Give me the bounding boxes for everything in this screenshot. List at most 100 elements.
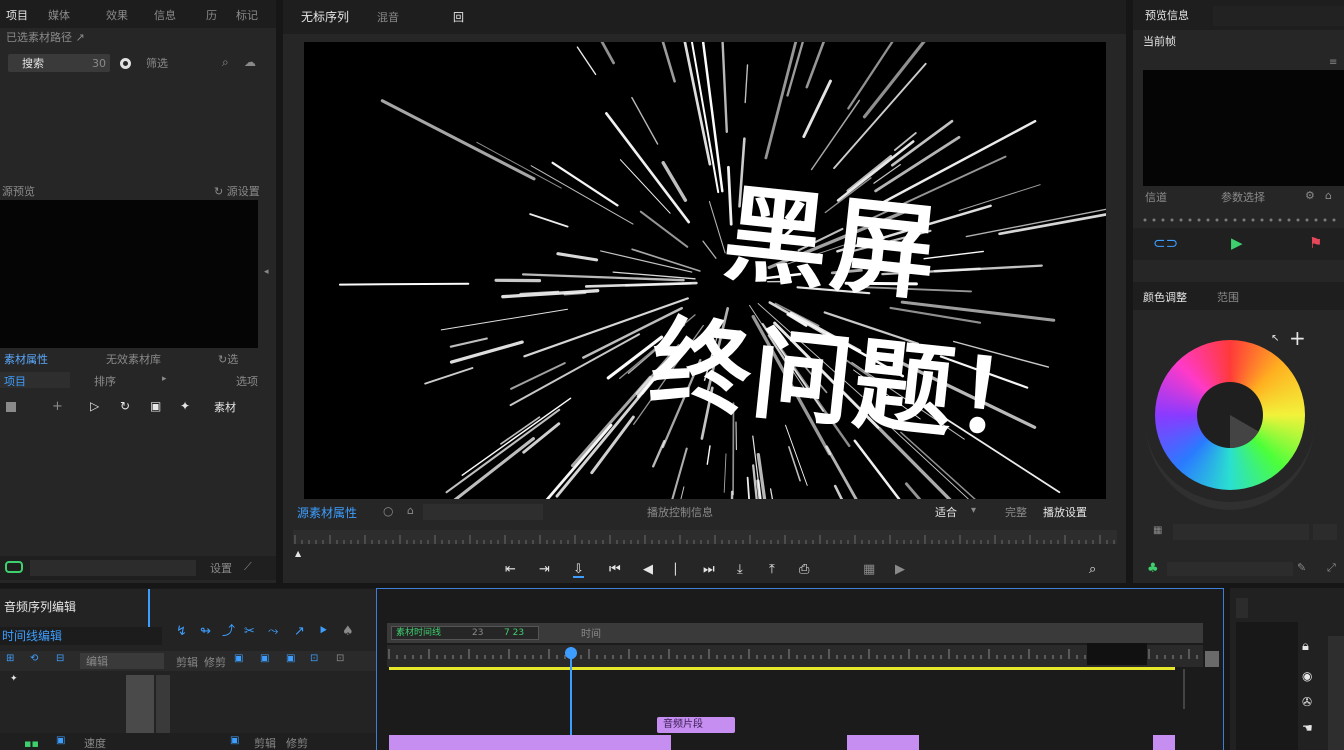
work-area-bar[interactable] <box>389 667 1175 670</box>
lock-icon[interactable]: ⌂ <box>1325 190 1332 201</box>
collapse-icon[interactable]: ◂ <box>264 268 269 277</box>
right-scroll-strip[interactable] <box>1328 636 1344 750</box>
tool-track-icon[interactable]: ↬ <box>200 625 211 638</box>
gear-icon[interactable]: ⚙ <box>1305 190 1315 201</box>
right-lower-field2[interactable] <box>1313 524 1337 540</box>
scrub-ruler[interactable] <box>293 530 1117 544</box>
source-preview-screen[interactable] <box>0 200 258 348</box>
fit-dropdown-icon[interactable]: ▾ <box>971 506 976 516</box>
track-icon-1[interactable]: ▣ <box>234 654 243 664</box>
left-bottom-icon[interactable]: ⟋ <box>244 561 252 572</box>
bottom-icon-1[interactable]: ▣ <box>56 736 65 746</box>
tab-project[interactable]: 项目 <box>6 10 28 21</box>
step-back-icon[interactable]: ⏮ <box>609 563 621 576</box>
playback-settings-label[interactable]: 播放设置 <box>1043 507 1087 518</box>
record-toggle-icon[interactable] <box>120 58 131 69</box>
step-forward-icon[interactable]: ⏭ <box>703 563 715 576</box>
purple-clip-2[interactable] <box>847 735 919 750</box>
star-icon[interactable]: ✦ <box>180 400 190 412</box>
track-link-icon[interactable]: ⊟ <box>56 654 64 664</box>
timeline-scrollbar[interactable] <box>1205 651 1219 667</box>
frame-icon[interactable]: ⎸ <box>675 563 688 576</box>
range-tab[interactable]: 范围 <box>1217 292 1239 303</box>
sort-arrow-icon[interactable]: ▸ <box>162 375 167 384</box>
track-field[interactable]: 编辑 <box>80 653 164 669</box>
safe-margins-icon[interactable]: ▦ <box>863 563 875 576</box>
track-sync-icon[interactable]: ⟲ <box>30 654 38 664</box>
full-label[interactable]: 完整 <box>1005 507 1027 518</box>
cloud-icon[interactable]: ☁ <box>244 56 256 68</box>
mark-out-icon[interactable]: ⇥ <box>539 563 550 576</box>
right-preview-screen[interactable] <box>1143 70 1344 186</box>
track-icon-3[interactable]: ▣ <box>286 654 295 664</box>
tab-media[interactable]: 媒体 <box>48 10 70 21</box>
search-input[interactable]: 搜索 <box>22 58 44 69</box>
search-field[interactable]: 搜索 30 <box>8 54 110 72</box>
loop-small-icon[interactable]: ○ <box>383 505 393 517</box>
track-icon-5[interactable]: ⊡ <box>336 654 344 664</box>
purple-clip-3[interactable] <box>1153 735 1175 750</box>
play-reverse-icon[interactable]: ◀ <box>643 563 653 576</box>
track-icon-2[interactable]: ▣ <box>260 654 269 664</box>
left-bottom-settings[interactable]: 设置 <box>210 563 232 574</box>
tool-type-icon[interactable]: ♠ <box>342 625 354 638</box>
zoom-icon[interactable]: ⌕ <box>1089 563 1096 576</box>
timecode-field[interactable] <box>423 504 543 520</box>
tool-hand-icon[interactable]: ⯈ <box>318 625 328 638</box>
add-icon[interactable]: + <box>52 400 63 413</box>
tool-pen-icon[interactable]: ↗ <box>294 625 305 638</box>
speaker-track-icon[interactable]: ✇ <box>1302 696 1312 708</box>
eye-track-icon[interactable]: ◉ <box>1302 670 1312 682</box>
overwrite-icon[interactable]: ⤒ <box>769 563 775 576</box>
tab-markers[interactable]: 标记 <box>236 10 258 21</box>
tool-ripple-icon[interactable]: ⤴ <box>222 625 235 638</box>
tab-sequence[interactable]: 无标序列 <box>301 11 349 23</box>
timeline-ruler[interactable] <box>387 645 1203 667</box>
fit-label[interactable]: 适合 <box>935 507 957 518</box>
add-plus-icon[interactable]: + <box>1289 328 1306 348</box>
tree-icon[interactable]: ♣ <box>1147 562 1159 575</box>
hand-track-icon[interactable]: ☚ <box>1302 722 1313 734</box>
export-frame-icon[interactable]: ⎙ <box>799 563 809 576</box>
filter-label[interactable]: 筛选 <box>146 58 168 69</box>
program-video-frame[interactable]: 黑屏 终问题！ <box>304 42 1106 499</box>
forward-green-icon[interactable]: ▶ <box>1231 236 1243 251</box>
track-target-icon[interactable]: ⊞ <box>6 654 14 664</box>
playhead-marker-icon[interactable]: ▲ <box>295 550 301 558</box>
lock-track-icon[interactable]: 🔒︎ <box>1302 640 1309 653</box>
sequence-name-field[interactable]: 时间线编辑 <box>0 627 162 645</box>
grid-icon[interactable]: ▦ <box>1153 526 1162 536</box>
tool-select-icon[interactable]: ↯ <box>176 625 187 638</box>
right-lower-field[interactable] <box>1173 524 1309 540</box>
menu-icon[interactable]: ≡ <box>1329 58 1337 68</box>
mark-in-icon[interactable]: ⇤ <box>505 563 516 576</box>
audio-clip-label[interactable]: 音频片段 <box>657 717 735 733</box>
fullscreen-icon[interactable]: ⤢ <box>1327 562 1336 573</box>
loop-icon[interactable]: ↻ <box>120 400 130 412</box>
camera-icon[interactable]: ▣ <box>150 400 161 412</box>
tab-info[interactable]: 信息 <box>154 10 176 21</box>
left-bottom-field[interactable] <box>30 560 196 576</box>
timecode-chip[interactable]: 素材时间线 23 7 23 <box>391 626 539 640</box>
play-marker-icon[interactable]: ▷ <box>90 400 99 412</box>
playhead-handle[interactable] <box>565 647 577 659</box>
toggle-green-icon[interactable] <box>5 561 23 573</box>
go-to-in-icon[interactable]: ⇩ <box>573 563 584 578</box>
stop-icon[interactable] <box>6 402 16 412</box>
flag-red-icon[interactable]: ⚑ <box>1309 236 1322 251</box>
right-bottom-field[interactable] <box>1167 562 1293 576</box>
insert-icon[interactable]: ⤓ <box>737 563 743 576</box>
link-blue-icon[interactable]: ⊂⊃ <box>1153 236 1178 251</box>
settings-icon[interactable]: ⌕ <box>222 56 229 68</box>
tool-razor-icon[interactable]: ✂ <box>244 625 255 638</box>
tab-history[interactable]: 历 <box>206 10 217 21</box>
tool-slip-icon[interactable]: ⤳ <box>268 625 278 638</box>
clip-refresh-label[interactable]: ↻选 <box>218 354 238 365</box>
bottom-icon-2[interactable]: ▣ <box>230 736 239 746</box>
right-tab-field[interactable] <box>1213 6 1344 26</box>
play-button-icon[interactable]: ▶ <box>895 563 905 576</box>
tool-right-label[interactable]: 素材 <box>214 402 236 413</box>
tab-third[interactable]: 回 <box>453 12 464 23</box>
track-icon-4[interactable]: ⊡ <box>310 654 318 664</box>
lock-small-icon[interactable]: ⌂ <box>407 505 414 516</box>
